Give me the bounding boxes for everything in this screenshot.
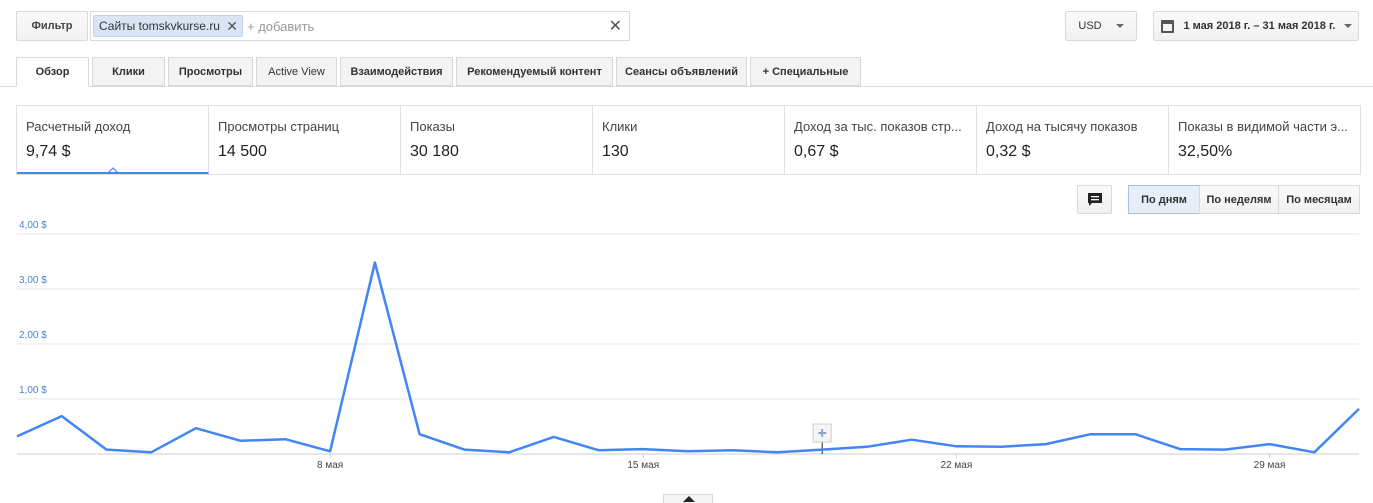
metric-label: Просмотры страниц [218, 119, 340, 134]
metric-value: 130 [602, 143, 629, 160]
metric-value: 32,50% [1178, 143, 1233, 160]
tab-clicks[interactable]: Клики [92, 57, 165, 86]
metric-value: 9,74 $ [26, 143, 71, 160]
annotation-button[interactable] [1077, 185, 1112, 214]
chevron-down-icon [1343, 24, 1352, 28]
metric-value: 0,32 $ [986, 143, 1031, 160]
metric-page-rpm[interactable]: Доход за тыс. показов стр... 0,67 $ [785, 106, 977, 174]
calendar-icon [1160, 19, 1174, 33]
y-tick-label: 2,00 $ [19, 330, 47, 341]
chevron-up-icon [683, 496, 695, 502]
top-bar: Фильтр Сайты tomskvkurse.ru ✕ + добавить… [16, 11, 1359, 41]
metric-value: 30 180 [410, 143, 459, 160]
x-tick-label: 29 мая [1254, 460, 1286, 471]
tab-recommended-content[interactable]: Рекомендуемый контент [456, 57, 613, 86]
collapse-handle[interactable] [663, 494, 713, 503]
y-tick-label: 4,00 $ [19, 220, 47, 231]
metric-label: Доход на тысячу показов [986, 119, 1138, 134]
x-tick-label: 8 мая [317, 460, 343, 471]
metric-label: Клики [602, 119, 638, 134]
metric-impression-rpm[interactable]: Доход на тысячу показов 0,32 $ [977, 106, 1169, 174]
tabs-divider [0, 86, 1373, 87]
filter-input[interactable]: Сайты tomskvkurse.ru ✕ + добавить ✕ [90, 11, 630, 41]
comment-icon [1087, 193, 1102, 206]
metric-value: 0,67 $ [794, 143, 839, 160]
metric-clicks[interactable]: Клики 130 [593, 106, 785, 174]
y-tick-label: 3,00 $ [19, 275, 47, 286]
granularity-week-button[interactable]: По неделям [1199, 185, 1279, 214]
filter-chip[interactable]: Сайты tomskvkurse.ru ✕ [93, 15, 243, 37]
tab-views[interactable]: Просмотры [168, 57, 253, 86]
metric-impressions[interactable]: Показы 30 180 [401, 106, 593, 174]
revenue-series-line [16, 261, 1360, 454]
granularity-day-button[interactable]: По дням [1128, 185, 1200, 214]
clear-filter-icon[interactable]: ✕ [609, 16, 622, 36]
currency-label: USD [1078, 20, 1102, 32]
metric-value: 14 500 [218, 143, 267, 160]
metric-page-views[interactable]: Просмотры страниц 14 500 [209, 106, 401, 174]
metrics-bar: Расчетный доход 9,74 $ Просмотры страниц… [16, 105, 1361, 175]
tab-ad-sessions[interactable]: Сеансы объявлений [616, 57, 747, 86]
tab-active-view[interactable]: Active View [256, 57, 337, 86]
tab-custom[interactable]: + Специальные [750, 57, 861, 86]
metric-label: Показы [410, 119, 455, 134]
granularity-month-button[interactable]: По месяцам [1278, 185, 1360, 214]
filter-chip-label: Сайты tomskvkurse.ru [99, 19, 220, 33]
tab-interactions[interactable]: Взаимодействия [340, 57, 453, 86]
chip-close-icon[interactable]: ✕ [226, 16, 238, 36]
currency-dropdown[interactable]: USD [1065, 11, 1137, 41]
chevron-down-icon [1115, 24, 1124, 28]
y-tick-label: 1,00 $ [19, 385, 47, 396]
metric-label: Расчетный доход [26, 119, 131, 134]
x-tick-label: 15 мая [627, 460, 659, 471]
metric-label: Доход за тыс. показов стр... [794, 119, 962, 134]
filter-button[interactable]: Фильтр [16, 11, 88, 41]
add-filter-placeholder[interactable]: + добавить [247, 19, 314, 34]
date-range-label: 1 мая 2018 г. – 31 мая 2018 г. [1183, 20, 1336, 32]
metric-viewability[interactable]: Показы в видимой части э... 32,50% [1169, 106, 1360, 174]
selected-pointer-icon [108, 167, 118, 172]
revenue-line-chart[interactable]: 1,00 $ 2,00 $ 3,00 $ 4,00 $ 8 мая 15 мая 22 ма… [0, 220, 1373, 480]
tab-overview[interactable]: Обзор [16, 57, 89, 87]
date-range-picker[interactable]: 1 мая 2018 г. – 31 мая 2018 г. [1153, 11, 1359, 41]
metric-estimated-revenue[interactable]: Расчетный доход 9,74 $ [17, 106, 209, 174]
metric-label: Показы в видимой части э... [1178, 119, 1348, 134]
x-tick-label: 22 мая [941, 460, 973, 471]
